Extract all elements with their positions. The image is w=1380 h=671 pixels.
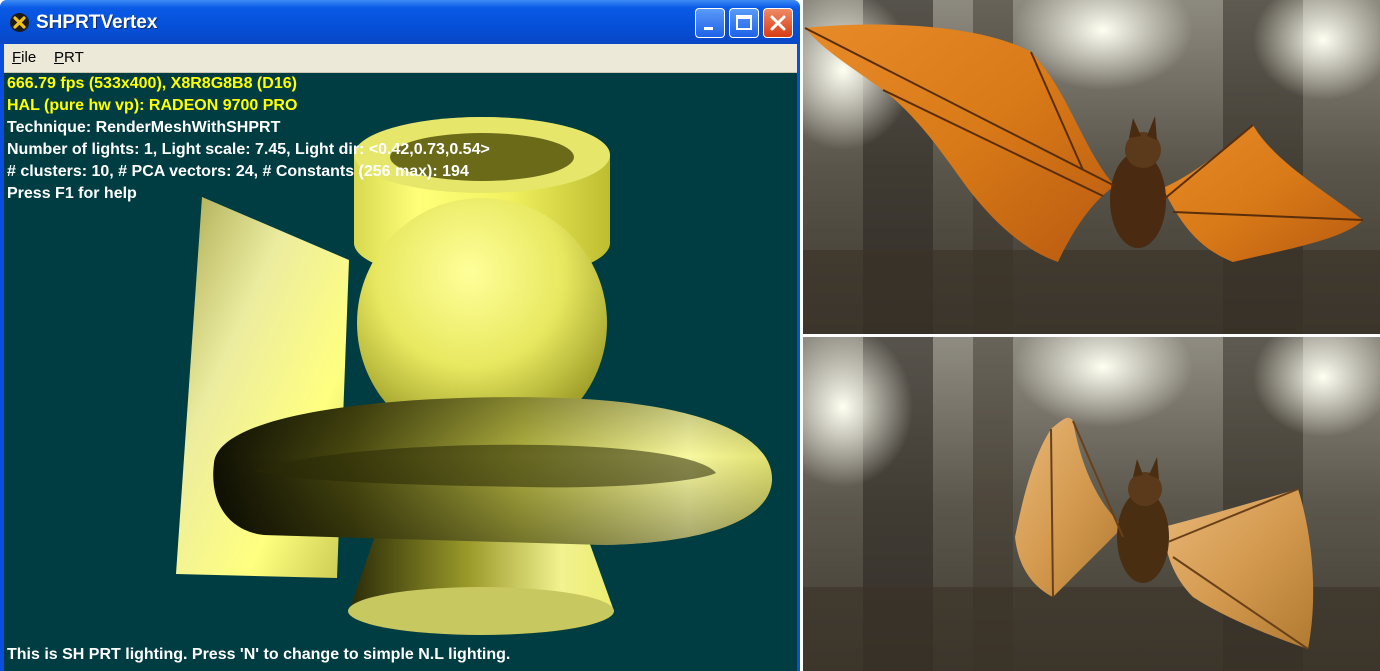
maximize-icon <box>736 15 752 30</box>
stat-lights: Number of lights: 1, Light scale: 7.45, … <box>7 141 490 158</box>
maximize-button[interactable] <box>729 8 759 38</box>
menu-file[interactable]: File <box>6 48 42 68</box>
client-area: File PRT 666.79 fps (533x400), X8R8G8B8 … <box>4 44 797 671</box>
stat-device: HAL (pure hw vp): RADEON 9700 PRO <box>7 97 298 114</box>
stat-technique: Technique: RenderMeshWithSHPRT <box>7 119 281 136</box>
bat-image-bottom <box>803 337 1380 671</box>
window-title: SHPRTVertex <box>36 12 158 33</box>
directx-x-icon <box>10 13 29 32</box>
menu-bar: File PRT <box>4 44 797 73</box>
close-button[interactable] <box>763 8 793 38</box>
shprt-window: SHPRTVertex File PRT 666.79 fps (533x400… <box>0 0 800 671</box>
scene-torus <box>213 397 773 545</box>
render-viewport[interactable]: 666.79 fps (533x400), X8R8G8B8 (D16) HAL… <box>4 73 797 671</box>
bat-render-spread <box>803 0 1380 334</box>
minimize-button[interactable] <box>695 8 725 38</box>
minimize-icon <box>704 27 713 30</box>
menu-prt[interactable]: PRT <box>48 48 90 68</box>
stat-fps: 666.79 fps (533x400), X8R8G8B8 (D16) <box>7 75 297 92</box>
close-icon <box>770 15 786 31</box>
bat-image-top <box>803 0 1380 334</box>
lighting-mode-hint: This is SH PRT lighting. Press 'N' to ch… <box>7 646 511 663</box>
title-bar[interactable]: SHPRTVertex <box>0 0 800 44</box>
stat-help: Press F1 for help <box>7 185 137 202</box>
stat-clusters: # clusters: 10, # PCA vectors: 24, # Con… <box>7 163 469 180</box>
scene-cone-base <box>348 587 614 635</box>
bat-render-raised <box>803 337 1380 671</box>
